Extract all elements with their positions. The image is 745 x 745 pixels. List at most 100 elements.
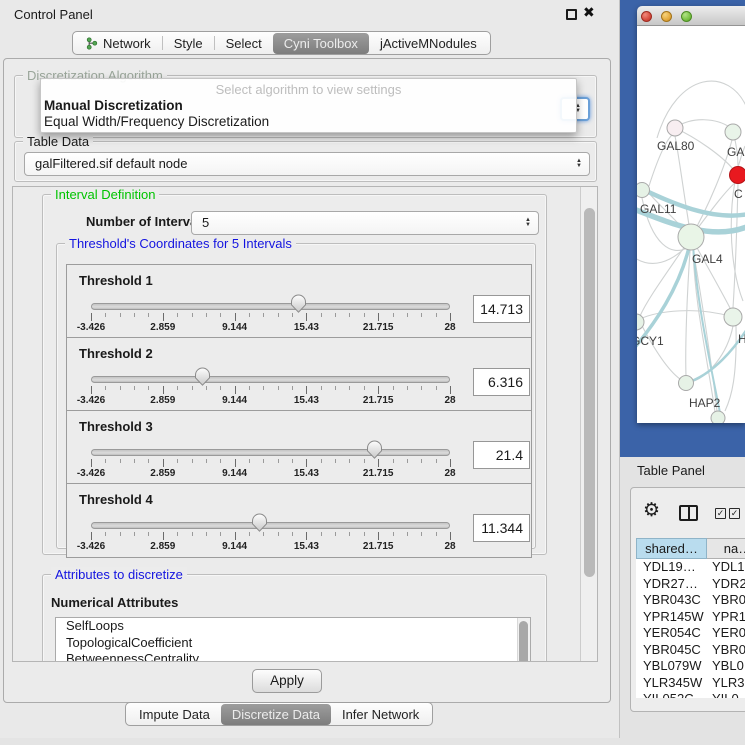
slider-minor-tick (206, 459, 207, 463)
network-node-ga[interactable] (725, 124, 741, 140)
slider-minor-tick (436, 313, 437, 317)
gear-icon[interactable]: ⚙ (643, 500, 660, 520)
slider-major-tick (163, 532, 164, 540)
slider-track[interactable] (91, 303, 450, 310)
list-scrollbar-track[interactable] (517, 618, 530, 662)
slider-track[interactable] (91, 376, 450, 383)
close-button[interactable] (641, 11, 652, 22)
slider-tick-label: 21.715 (363, 468, 394, 479)
numerical-attributes-list[interactable]: SelfLoopsTopologicalCoefficientBetweenne… (55, 617, 531, 662)
table-row[interactable]: YBR045CYBR0 (636, 642, 745, 659)
cell-shared-name: YDL19… (643, 559, 696, 576)
attribute-list-item[interactable]: SelfLoops (56, 618, 530, 635)
minimize-button[interactable] (661, 11, 672, 22)
table-row[interactable]: YIL052CYIL0 (636, 691, 745, 698)
slider-minor-tick (105, 532, 106, 536)
num-intervals-combobox[interactable]: 5 ▲▼ (191, 211, 539, 235)
network-edge[interactable] (693, 244, 721, 418)
tab-discretize-data[interactable]: Discretize Data (221, 704, 331, 725)
slider-minor-tick (349, 313, 350, 317)
list-scrollbar-thumb[interactable] (519, 621, 528, 662)
form-scrollbar-thumb[interactable] (584, 208, 595, 577)
slider-minor-tick (436, 459, 437, 463)
threshold-value-field[interactable]: 21.4 (473, 441, 530, 469)
slider-track[interactable] (91, 522, 450, 529)
network-node-hap2[interactable] (679, 376, 694, 391)
tab-style[interactable]: Style (163, 33, 214, 54)
network-node-h[interactable] (724, 308, 742, 326)
zoom-button[interactable] (681, 11, 692, 22)
network-node-gal11[interactable] (637, 183, 650, 198)
column-header-shared-name[interactable]: shared… (636, 538, 707, 559)
attribute-list-item[interactable]: BetweennessCentrality (56, 651, 530, 662)
option-equal-width-frequency[interactable]: Equal Width/Frequency Discretization (41, 114, 576, 130)
settings-scrollpane: Interval Definition Number of Intervals … (12, 186, 598, 662)
network-edge[interactable] (691, 140, 732, 237)
split-columns-icon[interactable] (679, 505, 698, 521)
slider-track[interactable] (91, 449, 450, 456)
tab-infer-network[interactable]: Infer Network (331, 704, 430, 725)
tab-select[interactable]: Select (215, 33, 273, 54)
checkbox-icon[interactable]: ✓ (715, 508, 726, 519)
table-row[interactable]: YLR345WYLR3 (636, 675, 745, 692)
network-window-titlebar[interactable] (637, 6, 745, 26)
table-row[interactable]: YER054CYER0 (636, 625, 745, 642)
apply-button[interactable]: Apply (252, 669, 322, 693)
slider-tick-label: 28 (444, 322, 455, 333)
tab-jactivemnodules[interactable]: jActiveMNodules (369, 33, 488, 54)
slider-tick-label: -3.426 (77, 322, 105, 333)
cell-shared-name: YIL052C (643, 691, 694, 698)
network-node[interactable] (711, 411, 725, 423)
slider-major-tick (450, 386, 451, 394)
cell-name: YDL1 (712, 559, 745, 576)
float-window-icon[interactable] (566, 9, 577, 20)
table-row[interactable]: YDL19… YDL1 (636, 559, 745, 576)
slider-thumb[interactable] (366, 440, 383, 460)
checkbox-icon[interactable]: ✓ (729, 508, 740, 519)
network-node-c[interactable] (730, 167, 745, 184)
slider-thumb[interactable] (290, 294, 307, 314)
slider-tick-label: 21.715 (363, 322, 394, 333)
slider-minor-tick (421, 313, 422, 317)
slider-tick-label: 2.859 (150, 468, 175, 479)
slider-thumb[interactable] (194, 367, 211, 387)
table-rows: YDL19… YDL1YDR27…YDR2YBR043CYBR0YPR145WYP… (636, 559, 745, 698)
slider-tick-label: 28 (444, 395, 455, 406)
option-manual-discretization[interactable]: Manual Discretization (41, 98, 576, 114)
network-edge[interactable] (725, 326, 736, 411)
threshold-value-field[interactable]: 11.344 (473, 514, 530, 542)
network-node-gal80[interactable] (667, 120, 683, 136)
cell-name: YBR0 (712, 642, 745, 659)
network-edge[interactable] (733, 183, 738, 308)
threshold-rows-container: Threshold 1-3.4262.8599.14415.4321.71528… (66, 264, 532, 558)
cell-name: YDR2 (712, 576, 745, 593)
threshold-value-field[interactable]: 14.713 (473, 295, 530, 323)
node-label: GAL4 (692, 252, 723, 266)
table-row[interactable]: YBL079WYBL0 (636, 658, 745, 675)
tab-network[interactable]: Network (75, 33, 162, 54)
table-data-combobox[interactable]: galFiltered.sif default node ▲▼ (24, 152, 590, 176)
table-row[interactable]: YDR27…YDR2 (636, 576, 745, 593)
close-window-icon[interactable]: ✖ (583, 4, 595, 21)
network-canvas[interactable]: GAL80GACGAL11GAL4GCY1HHAP2 (637, 26, 745, 423)
numerical-attributes-label: Numerical Attributes (51, 595, 178, 610)
attribute-list-item[interactable]: TopologicalCoefficient (56, 635, 530, 652)
node-label: GAL11 (640, 202, 677, 216)
column-header-name[interactable]: na… (707, 538, 745, 559)
slider-minor-tick (364, 313, 365, 317)
threshold-value-field[interactable]: 6.316 (473, 368, 530, 396)
slider-thumb[interactable] (251, 513, 268, 533)
slider-minor-tick (278, 386, 279, 390)
network-node-gal4[interactable] (678, 224, 704, 250)
tab-cyni-toolbox[interactable]: Cyni Toolbox (273, 33, 369, 54)
form-scrollbar-track[interactable] (580, 187, 597, 661)
slider-minor-tick (249, 313, 250, 317)
slider-major-tick (306, 313, 307, 321)
slider-tick-label: 9.144 (222, 468, 247, 479)
table-row[interactable]: YBR043CYBR0 (636, 592, 745, 609)
node-attribute-table: shared… na… YDL19… YDL1YDR27…YDR2YBR043CY… (636, 538, 745, 698)
cytoscape-desktop: GAL80GACGAL11GAL4GCY1HHAP2 Table Panel ⚙… (620, 0, 745, 745)
slider-tick-label: 15.43 (294, 541, 319, 552)
tab-impute-data[interactable]: Impute Data (128, 704, 221, 725)
table-row[interactable]: YPR145WYPR1 (636, 609, 745, 626)
